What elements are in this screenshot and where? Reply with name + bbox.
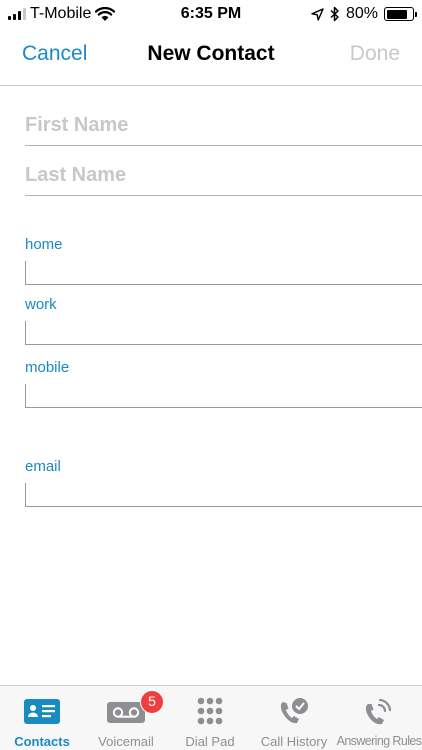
- tab-bar: Contacts 5 Voicemail Dial Pad Call Histo…: [0, 685, 422, 750]
- answering-rules-icon: [365, 698, 392, 725]
- email-input[interactable]: [25, 483, 422, 507]
- battery-icon: [384, 7, 417, 21]
- call-history-icon: [280, 698, 308, 724]
- battery-percent: 80%: [345, 5, 378, 22]
- battery-fill: [386, 9, 407, 19]
- home-phone-input[interactable]: [25, 261, 422, 285]
- contacts-icon: [24, 699, 60, 724]
- tab-call-history-label: Call History: [260, 734, 328, 749]
- tab-answering-rules[interactable]: Answering Rules: [336, 686, 422, 750]
- mobile-phone-input[interactable]: [25, 384, 422, 408]
- bluetooth-icon: [330, 6, 339, 22]
- tab-answering-rules-label: Answering Rules: [336, 734, 422, 748]
- tab-voicemail[interactable]: 5 Voicemail: [84, 686, 168, 750]
- status-bar-right: 80%: [311, 5, 417, 23]
- work-label: work: [25, 296, 57, 313]
- tab-dial-pad[interactable]: Dial Pad: [168, 686, 252, 750]
- location-arrow-icon: [311, 7, 324, 21]
- tab-contacts-label: Contacts: [14, 734, 70, 749]
- work-phone-input[interactable]: [25, 321, 422, 345]
- voicemail-badge: 5: [140, 690, 164, 714]
- dialpad-icon: [197, 697, 223, 725]
- tab-dial-pad-label: Dial Pad: [185, 734, 235, 749]
- last-name-input[interactable]: [25, 156, 422, 196]
- email-label: email: [25, 458, 61, 475]
- mobile-label: mobile: [25, 359, 70, 376]
- tab-voicemail-label: Voicemail: [98, 734, 154, 749]
- status-bar: T-Mobile 6:35 PM 80%: [0, 0, 422, 30]
- nav-bar: Cancel New Contact Done: [0, 30, 422, 86]
- tab-call-history[interactable]: Call History: [252, 686, 336, 750]
- tab-contacts[interactable]: Contacts: [0, 686, 84, 750]
- home-label: home: [25, 236, 63, 253]
- first-name-input[interactable]: [25, 106, 422, 146]
- done-button[interactable]: Done: [350, 42, 400, 66]
